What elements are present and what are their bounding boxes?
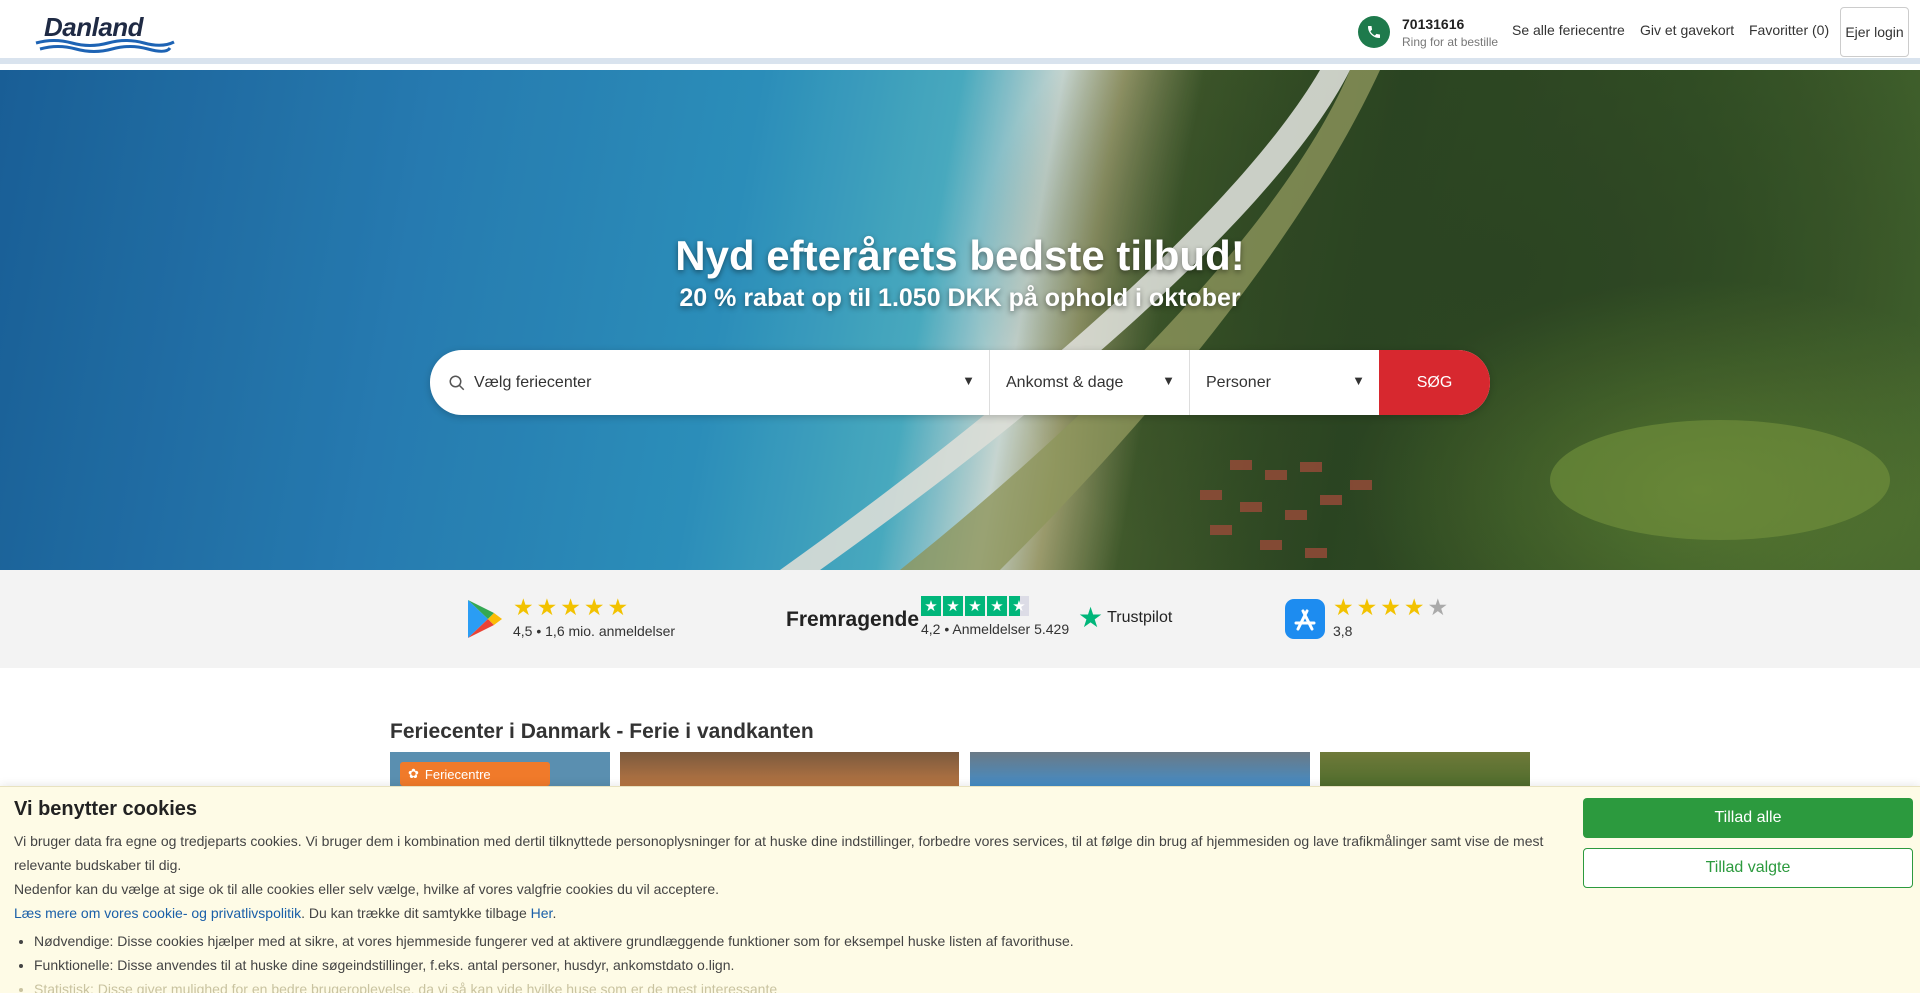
app-store-icon[interactable] <box>1284 598 1326 645</box>
card-badge: ✿ Feriecentre <box>400 762 550 786</box>
star-icon: ★ <box>943 596 963 616</box>
star-icon: ★ <box>965 596 985 616</box>
star-icon: ★ <box>1403 594 1425 620</box>
cookie-title: Vi benytter cookies <box>14 798 198 820</box>
hero-banner: Nyd efterårets bedste tilbud! 20 % rabat… <box>0 70 1920 570</box>
trustpilot-stars: ★ ★ ★ ★ ★ <box>921 596 1069 616</box>
cookie-category-item: Funktionelle: Disse anvendes til at husk… <box>34 953 1074 977</box>
cookie-category-item: Nødvendige: Disse cookies hjælper med at… <box>34 929 1074 953</box>
nav-favorites[interactable]: Favoritter (0) <box>1749 22 1829 38</box>
cookie-text-span: . Du kan trække dit samtykke tilbage <box>301 905 531 921</box>
section-title: Feriecenter i Danmark - Ferie i vandkant… <box>390 720 814 743</box>
star-icon: ★ <box>536 594 558 620</box>
hero-title: Nyd efterårets bedste tilbud! <box>675 232 1245 279</box>
date-select-label: Ankomst & dage <box>1006 373 1124 391</box>
owner-login-button[interactable]: Ejer login <box>1840 7 1909 57</box>
search-button[interactable]: SØG <box>1379 350 1490 415</box>
logo-waves-icon <box>35 39 175 53</box>
card-badge-label: Feriecentre <box>424 766 491 782</box>
google-play-rating: ★ ★ ★ ★ ★ 4,5 • 1,6 mio. anmeldelser <box>513 594 676 640</box>
cookie-paragraph: Nedenfor kan du vælge at sige ok til all… <box>14 881 720 897</box>
persons-select[interactable]: Personer ▼ <box>1190 350 1379 415</box>
star-rating: ★ ★ ★ ★ ★ <box>1333 594 1449 620</box>
trustpilot-meta: 4,2 • Anmeldelser 5.429 <box>921 621 1070 637</box>
google-play-meta: 4,5 • 1,6 mio. anmeldelser <box>513 623 676 639</box>
persons-select-label: Personer <box>1206 373 1271 391</box>
nav-all-centers[interactable]: Se alle feriecentre <box>1512 22 1625 38</box>
star-icon: ★ <box>560 594 581 620</box>
star-icon: ★ <box>583 594 605 620</box>
star-icon: ★ <box>607 594 629 620</box>
cookie-category-list: Nødvendige: Disse cookies hjælper med at… <box>34 929 1074 993</box>
star-icon: ★ <box>513 594 534 620</box>
app-store-meta: 3,8 <box>1333 623 1353 639</box>
trustpilot-brand: Trustpilot <box>1107 609 1173 626</box>
trustpilot-logo[interactable]: ★ Trustpilot <box>1078 602 1173 633</box>
privacy-policy-link[interactable]: Læs mere om vores cookie- og privatlivsp… <box>14 905 301 921</box>
caret-down-icon: ▼ <box>1162 373 1175 388</box>
star-icon: ★ <box>1356 594 1378 620</box>
search-bar: Vælg feriecenter ▼ Ankomst & dage ▼ Pers… <box>430 350 1490 415</box>
cookie-category-item: Statistisk: Disse giver mulighed for en … <box>34 977 1074 993</box>
trustpilot-rating[interactable]: ★ ★ ★ ★ ★ 4,2 • Anmeldelser 5.429 <box>921 596 1069 637</box>
center-select[interactable]: Vælg feriecenter ▼ <box>430 350 990 415</box>
allow-selected-button[interactable]: Tillad valgte <box>1583 848 1913 888</box>
cookie-text-span: . <box>552 905 557 921</box>
caret-down-icon: ▼ <box>1352 373 1365 388</box>
star-rating: ★ ★ ★ ★ ★ <box>513 594 675 620</box>
app-store-rating: ★ ★ ★ ★ ★ 3,8 <box>1333 594 1449 640</box>
cookie-banner: Vi benytter cookies Vi bruger data fra e… <box>0 786 1920 993</box>
site-header: Danland 70131616 Ring for at bestille Se… <box>0 0 1920 64</box>
phone-number: 70131616 <box>1402 16 1465 32</box>
cookie-text: Vi bruger data fra egne og tredjeparts c… <box>14 829 1554 925</box>
trustpilot-star-icon: ★ <box>1078 602 1104 633</box>
cookie-paragraph: Læs mere om vores cookie- og privatlivsp… <box>14 901 1554 925</box>
phone-subtext: Ring for at bestille <box>1402 35 1499 49</box>
allow-all-button[interactable]: Tillad alle <box>1583 798 1913 838</box>
nav-gift-card[interactable]: Giv et gavekort <box>1640 22 1734 38</box>
hero-shade <box>0 70 1920 570</box>
half-star-icon: ★ <box>1009 596 1029 616</box>
star-icon: ★ <box>1380 594 1401 620</box>
hero-subtitle: 20 % rabat op til 1.050 DKK på ophold i … <box>679 284 1241 312</box>
phone-icon <box>1358 16 1390 48</box>
caret-down-icon: ▼ <box>962 373 975 388</box>
ratings-strip: ★ ★ ★ ★ ★ 4,5 • 1,6 mio. anmeldelser Fre… <box>0 570 1920 668</box>
cookie-paragraph: Vi bruger data fra egne og tredjeparts c… <box>14 833 1544 873</box>
danland-logo[interactable]: Danland <box>34 12 176 53</box>
search-icon <box>448 374 466 392</box>
center-select-label: Vælg feriecenter <box>474 373 592 391</box>
star-icon: ★ <box>921 596 941 616</box>
trustpilot-word: Fremragende <box>786 608 920 631</box>
phone-contact[interactable]: 70131616 Ring for at bestille <box>1358 14 1508 52</box>
star-icon: ★ <box>987 596 1007 616</box>
star-icon: ★ <box>1333 594 1354 620</box>
date-select[interactable]: Ankomst & dage ▼ <box>990 350 1190 415</box>
withdraw-consent-link[interactable]: Her <box>531 905 553 921</box>
google-play-icon[interactable] <box>464 598 506 645</box>
empty-star-icon: ★ <box>1427 594 1449 620</box>
leaf-icon: ✿ <box>408 766 419 781</box>
